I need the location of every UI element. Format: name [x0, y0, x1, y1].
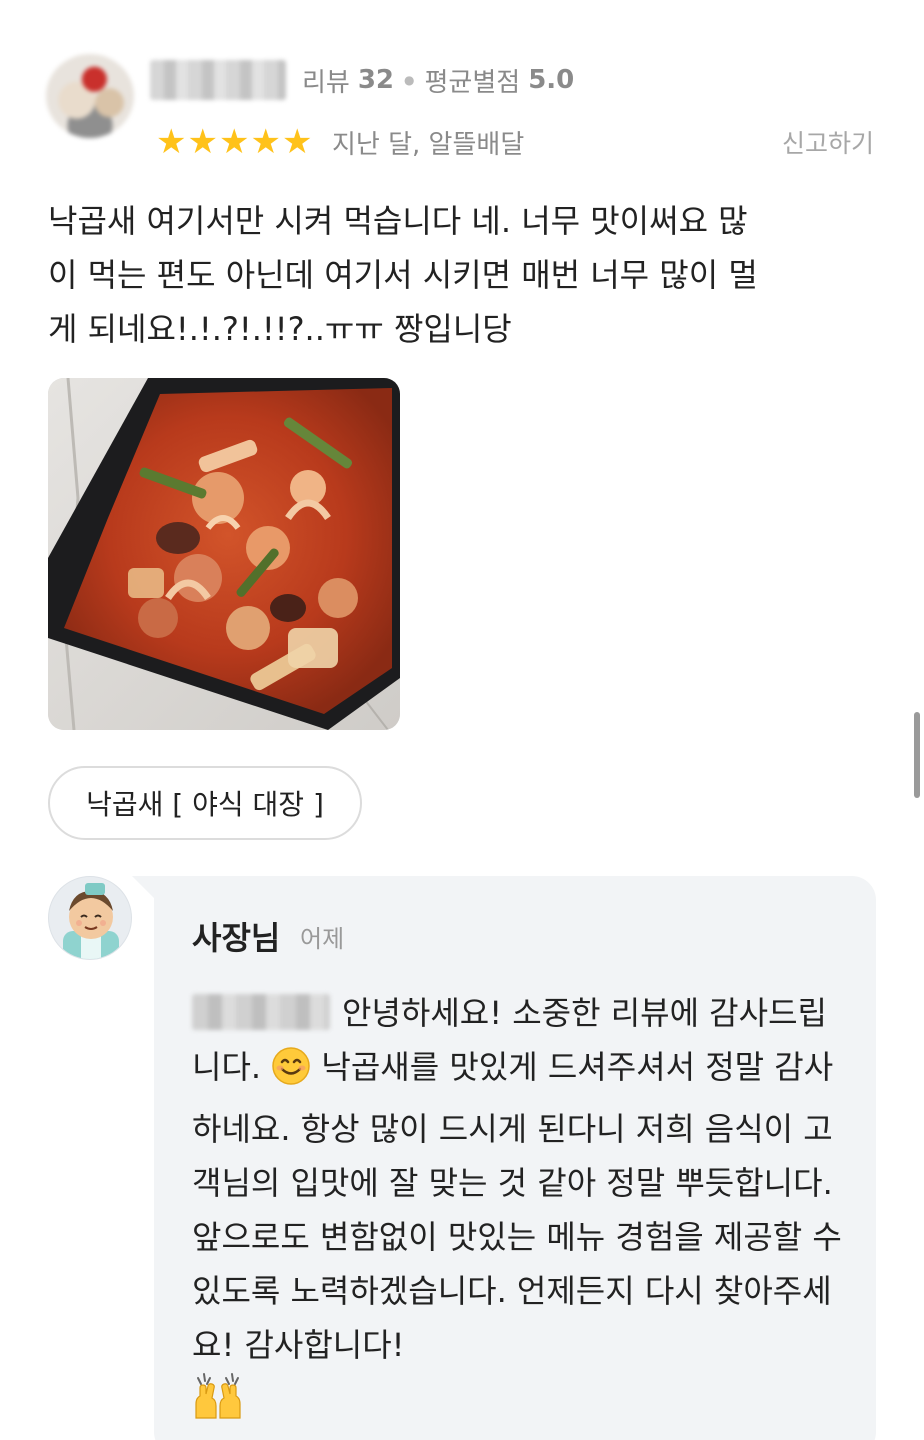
avg-rating: 5.0 — [528, 65, 575, 95]
review-body: 낙곱새 여기서만 시켜 먹습니다 네. 너무 맛이써요 많 이 먹는 편도 아닌… — [48, 202, 758, 348]
review-count-label: 리뷰 — [302, 67, 350, 98]
report-button[interactable]: 신고하기 — [782, 122, 874, 162]
review-count: 32 — [357, 65, 395, 95]
review-photo[interactable] — [48, 378, 400, 730]
owner-reply-body: 안녕하세요! 소중한 리뷰에 감사드립니다. 낙곱새를 맛있게 드셔주셔서 정말… — [192, 986, 852, 1436]
star-icon: ★ — [156, 122, 187, 162]
review-page: 리뷰 32 ● 평균별점 5.0 ★ ★ ★ ★ ★ 지난 달, 알뜰배달 신고… — [0, 0, 924, 1440]
owner-character-icon — [63, 883, 119, 959]
star-icon: ★ — [250, 122, 281, 162]
avg-rating-label: 평균별점 — [424, 67, 521, 98]
reply-bubble-tail — [132, 876, 154, 898]
reviewer-name-blurred[interactable] — [150, 60, 286, 100]
customer-name-blurred — [192, 994, 330, 1030]
reviewer-stats: 리뷰 32 ● 평균별점 5.0 — [302, 60, 574, 100]
food-photo-icon — [48, 378, 400, 730]
review-date: 지난 달, 알뜰배달 — [332, 129, 525, 160]
owner-avatar — [48, 876, 132, 960]
reviewer-avatar[interactable] — [46, 54, 134, 138]
owner-reply-date: 어제 — [300, 924, 345, 953]
smiling-face-emoji-icon — [271, 1046, 311, 1102]
raised-hands-emoji-icon — [192, 1372, 244, 1436]
separator-dot-icon: ● — [404, 73, 415, 87]
star-icon: ★ — [281, 122, 313, 162]
owner-name: 사장님 — [192, 919, 281, 957]
menu-chip[interactable]: 낙곱새 [ 야식 대장 ] — [48, 766, 362, 840]
scrollbar[interactable] — [914, 712, 920, 798]
star-icon: ★ — [187, 122, 218, 162]
star-rating: ★ ★ ★ ★ ★ — [156, 122, 312, 162]
star-icon: ★ — [218, 122, 250, 162]
